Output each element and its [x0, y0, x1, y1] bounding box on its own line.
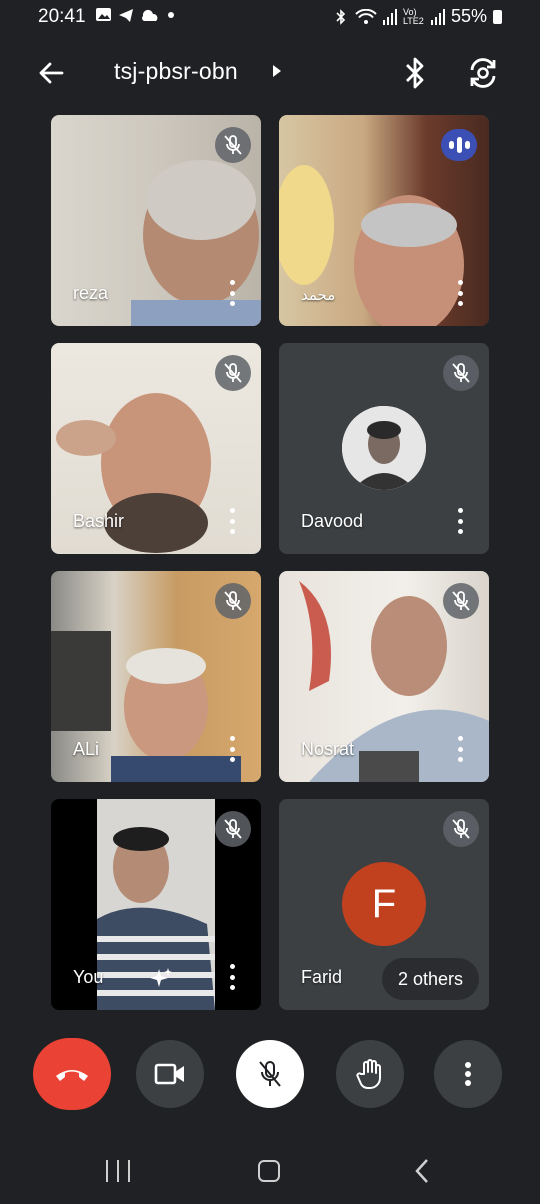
participant-tile-mohammad[interactable]: محمد — [279, 115, 489, 326]
participant-tile-ali[interactable]: ALi — [51, 571, 261, 782]
mic-muted-indicator — [215, 811, 251, 847]
participant-tile-reza[interactable]: reza — [51, 115, 261, 326]
bluetooth-status-icon — [336, 8, 346, 25]
bluetooth-icon — [406, 57, 424, 89]
avatar: F — [342, 862, 426, 946]
participant-tile-davood[interactable]: Davood — [279, 343, 489, 554]
more-options-icon[interactable] — [227, 736, 237, 762]
signal-icon-2 — [430, 8, 445, 25]
battery-icon — [493, 9, 502, 24]
mic-off-icon — [224, 591, 242, 611]
status-time: 20:41 — [38, 6, 86, 27]
status-right: Vo) LTE2 55% — [333, 6, 502, 27]
participant-name: reza — [73, 283, 109, 303]
avatar — [342, 406, 426, 490]
switch-camera-icon — [470, 58, 496, 88]
mic-muted-indicator — [215, 583, 251, 619]
recent-apps-button[interactable] — [106, 1160, 130, 1184]
signal-icon-1 — [382, 8, 397, 25]
mic-muted-indicator — [443, 583, 479, 619]
raise-hand-icon — [356, 1059, 381, 1090]
end-call-button[interactable] — [33, 1038, 111, 1110]
back-arrow-icon — [39, 62, 64, 84]
mic-muted-indicator — [443, 811, 479, 847]
effects-button[interactable] — [149, 966, 173, 990]
switch-camera-button[interactable] — [464, 54, 502, 92]
more-options-icon[interactable] — [227, 280, 237, 306]
more-options-icon[interactable] — [227, 508, 237, 534]
participant-tile-nosrat[interactable]: Nosrat — [279, 571, 489, 782]
end-call-icon — [56, 1070, 88, 1081]
participant-name: Davood — [301, 511, 364, 531]
mic-muted-indicator — [215, 127, 251, 163]
mic-off-icon — [452, 591, 470, 611]
back-button[interactable] — [34, 56, 68, 90]
wifi-icon — [355, 8, 377, 24]
participant-name: Farid — [301, 967, 343, 987]
participant-name: You — [73, 967, 104, 987]
meeting-header: tsj-pbsr-obn — [0, 44, 540, 100]
mic-muted-indicator — [215, 355, 251, 391]
camera-toggle-button[interactable] — [136, 1040, 204, 1108]
mic-off-icon — [224, 135, 242, 155]
status-bar: 20:41 Vo) LTE2 55% — [0, 0, 540, 34]
more-vert-icon — [465, 1062, 471, 1086]
status-notification-icons — [95, 6, 181, 29]
chevron-left-icon — [415, 1159, 428, 1183]
battery-percent: 55% — [450, 6, 487, 26]
call-controls — [0, 1038, 540, 1112]
mic-off-icon — [452, 819, 470, 839]
participant-tile-farid[interactable]: F Farid 2 others — [279, 799, 489, 1010]
video-camera-icon — [154, 1063, 184, 1085]
mic-off-icon — [259, 1061, 281, 1087]
participant-tile-you[interactable]: You — [51, 799, 261, 1010]
more-options-button[interactable] — [434, 1040, 502, 1108]
mic-toggle-button[interactable] — [236, 1040, 304, 1108]
raise-hand-button[interactable] — [336, 1040, 404, 1108]
participant-name: Bashir — [73, 511, 125, 531]
home-button[interactable] — [258, 1160, 280, 1182]
network-label: Vo) LTE2 — [402, 6, 424, 26]
meeting-title[interactable]: tsj-pbsr-obn — [114, 58, 238, 85]
sparkle-icon — [150, 968, 172, 987]
others-button[interactable]: 2 others — [381, 958, 479, 1000]
system-nav-bar — [0, 1140, 540, 1204]
participant-name: Nosrat — [301, 739, 355, 759]
more-options-icon[interactable] — [227, 964, 237, 990]
mic-off-icon — [224, 819, 242, 839]
audio-output-button[interactable] — [398, 54, 432, 92]
participant-name: ALi — [73, 739, 100, 759]
back-nav-button[interactable] — [412, 1158, 432, 1184]
speaking-indicator — [441, 129, 477, 161]
participant-tile-bashir[interactable]: Bashir — [51, 343, 261, 554]
participant-name: محمد — [301, 287, 336, 304]
mic-off-icon — [452, 363, 470, 383]
mic-muted-indicator — [443, 355, 479, 391]
mic-off-icon — [224, 363, 242, 383]
notification-icons — [96, 8, 174, 22]
more-options-icon[interactable] — [455, 508, 465, 534]
more-options-icon[interactable] — [455, 280, 465, 306]
profile-photo — [342, 406, 426, 490]
more-options-icon[interactable] — [455, 736, 465, 762]
caret-right-icon[interactable] — [273, 65, 281, 77]
